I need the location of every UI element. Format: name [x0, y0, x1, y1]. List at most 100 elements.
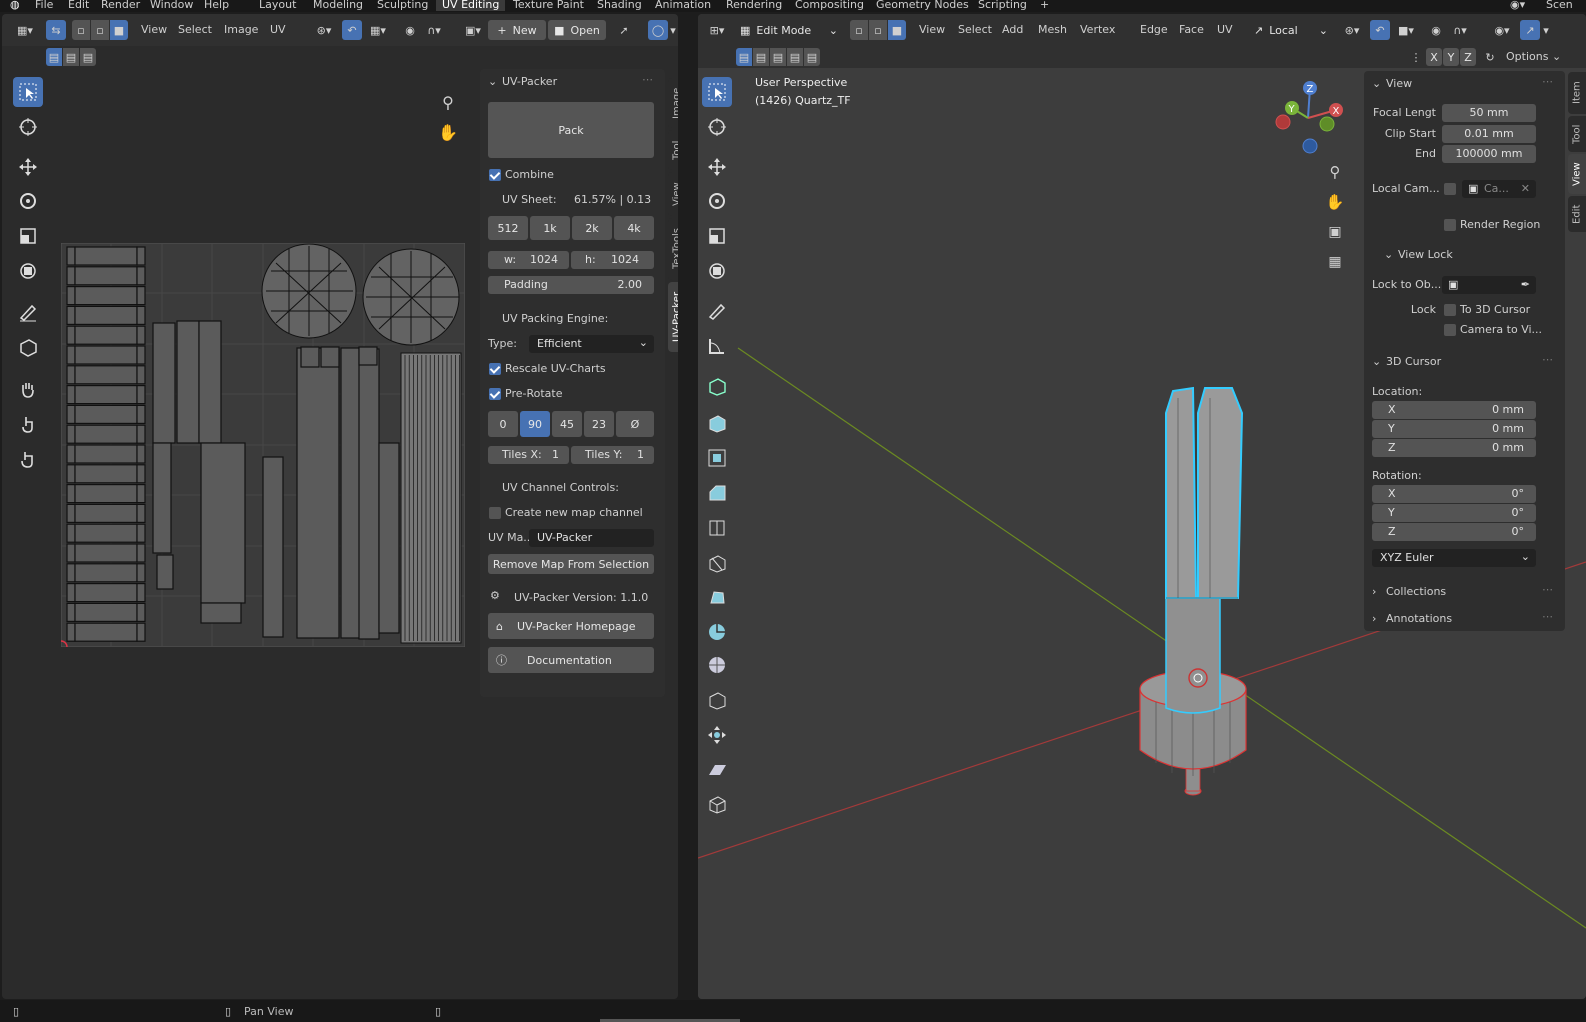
zoom-view-icon[interactable]: ⚲: [436, 90, 460, 114]
mirror-y-toggle[interactable]: Y: [1443, 48, 1459, 66]
select-extend-icon[interactable]: ▤: [753, 48, 769, 66]
uv-island[interactable]: [300, 346, 320, 368]
workspace-tab-rendering[interactable]: Rendering: [726, 0, 782, 11]
cursor-rotation-z[interactable]: Z 0°: [1372, 523, 1536, 541]
transform-tool[interactable]: [13, 256, 43, 286]
annotations-title[interactable]: Annotations: [1386, 612, 1452, 625]
tiles-y-field[interactable]: Tiles Y: 1: [571, 446, 654, 464]
uv-island[interactable]: [66, 484, 76, 504]
open-image-button[interactable]: ■ Open: [548, 20, 606, 40]
cursor-rotation-y[interactable]: Y 0°: [1372, 504, 1536, 522]
vp-menu-mesh[interactable]: Mesh: [1038, 23, 1067, 36]
rotate-tool[interactable]: [13, 186, 43, 216]
cursor-location-z[interactable]: Z 0 mm: [1372, 439, 1536, 457]
spin-tool[interactable]: [702, 617, 732, 647]
uv-island[interactable]: [340, 347, 362, 639]
snap-toggle-icon[interactable]: ↶: [1370, 20, 1390, 40]
rotation-45-button[interactable]: 45: [552, 411, 582, 437]
poly-build-tool[interactable]: [702, 583, 732, 613]
uv-island[interactable]: [200, 442, 246, 604]
uv-island[interactable]: [152, 442, 172, 554]
gizmo-toggle-icon[interactable]: ↗: [1520, 20, 1540, 40]
view-section-title[interactable]: View: [1386, 77, 1412, 90]
uv-island[interactable]: [200, 602, 242, 624]
tab-view[interactable]: View: [668, 172, 678, 216]
tab-edit[interactable]: Edit: [1568, 196, 1586, 232]
tab-tool[interactable]: Tool: [668, 130, 678, 170]
uv-island[interactable]: [66, 503, 76, 523]
uv-island[interactable]: [66, 325, 76, 345]
uv-island[interactable]: [74, 444, 138, 464]
width-field[interactable]: w: 1024: [488, 251, 569, 269]
orientation-select[interactable]: ↗ Local ⌄: [1250, 20, 1332, 40]
eyedropper-icon[interactable]: ✒: [1521, 278, 1530, 291]
uv-island[interactable]: [66, 266, 76, 286]
select-extend-icon[interactable]: ▤: [63, 48, 79, 66]
snap-target-icon[interactable]: ▦▾: [364, 20, 392, 40]
loop-cut-tool[interactable]: [702, 513, 732, 543]
panel-drag-handle-icon[interactable]: ⋯: [1542, 610, 1553, 623]
vp-measure-tool[interactable]: [702, 331, 732, 361]
menu-window[interactable]: Window: [150, 0, 193, 11]
pin-icon[interactable]: ➚: [614, 20, 634, 40]
auto-merge-icon[interactable]: ↻: [1482, 48, 1498, 66]
scale-tool[interactable]: [13, 221, 43, 251]
uv-island[interactable]: [74, 424, 138, 444]
uv-island[interactable]: [136, 246, 146, 266]
vp-select-box-tool[interactable]: [702, 77, 732, 107]
vp-menu-view[interactable]: View: [919, 23, 945, 36]
grid-view-icon[interactable]: ▦: [1323, 250, 1347, 274]
vp-scale-tool[interactable]: [702, 221, 732, 251]
vp-menu-select[interactable]: Select: [958, 23, 992, 36]
uv-island[interactable]: [74, 543, 138, 563]
vp-menu-add[interactable]: Add: [1002, 23, 1023, 36]
cursor-tool[interactable]: [13, 112, 43, 142]
chevron-down-icon[interactable]: ⌄: [1372, 355, 1381, 368]
uv-island[interactable]: [74, 484, 138, 504]
camera-to-view-checkbox[interactable]: [1444, 324, 1456, 336]
uv-island[interactable]: [74, 345, 138, 365]
grab-tool[interactable]: [13, 374, 43, 404]
edge-select-icon[interactable]: ▫: [869, 20, 887, 40]
pinch-tool[interactable]: [13, 444, 43, 474]
chevron-down-icon[interactable]: ⌄: [1372, 77, 1381, 90]
remove-map-button[interactable]: Remove Map From Selection: [488, 554, 654, 574]
uv-island[interactable]: [136, 345, 146, 365]
overlay-dropdown-icon[interactable]: ▾: [668, 20, 678, 40]
select-subtract-icon[interactable]: ▤: [770, 48, 786, 66]
uv-sync-icon[interactable]: ⇆: [46, 20, 66, 40]
uv-island[interactable]: [74, 602, 138, 622]
prerotate-checkbox[interactable]: [489, 388, 501, 400]
uvmap-name-field[interactable]: UV-Packer: [529, 529, 654, 547]
proportional-icon[interactable]: ◉: [1426, 20, 1446, 40]
uv-island[interactable]: [74, 622, 138, 642]
vp-menu-face[interactable]: Face: [1179, 23, 1204, 36]
vp-zoom-icon[interactable]: ⚲: [1323, 160, 1347, 184]
uv-island[interactable]: [66, 424, 76, 444]
edge-slide-tool[interactable]: [702, 685, 732, 715]
tab-image[interactable]: Image: [668, 78, 678, 128]
add-cube-tool[interactable]: [702, 371, 732, 401]
uv-island[interactable]: [136, 622, 146, 642]
uv-island[interactable]: [74, 404, 138, 424]
rip-region-tool[interactable]: [13, 332, 43, 362]
uv-menu-image[interactable]: Image: [224, 23, 258, 36]
panel-drag-handle-icon[interactable]: ⋯: [1542, 583, 1553, 596]
rotation-90-button[interactable]: 90: [520, 411, 550, 437]
uv-island[interactable]: [176, 320, 200, 444]
shrink-fatten-tool[interactable]: [702, 720, 732, 750]
size-512-button[interactable]: 512: [488, 216, 528, 240]
workspace-tab-layout[interactable]: Layout: [259, 0, 296, 11]
size-1k-button[interactable]: 1k: [530, 216, 570, 240]
uvpacker-panel-title[interactable]: UV-Packer: [502, 75, 557, 88]
uv-menu-uv[interactable]: UV: [270, 23, 286, 36]
move-tool[interactable]: [13, 152, 43, 182]
workspace-tab-uv-editing[interactable]: UV Editing: [436, 0, 506, 11]
uv-island[interactable]: [74, 285, 138, 306]
cursor-rotation-x[interactable]: X 0°: [1372, 485, 1536, 503]
tab-view[interactable]: View: [1568, 154, 1586, 194]
pivot-icon[interactable]: ⊛▾: [310, 20, 338, 40]
uv-island[interactable]: [136, 404, 146, 424]
uv-island[interactable]: [66, 543, 76, 563]
uv-island[interactable]: [66, 602, 76, 622]
